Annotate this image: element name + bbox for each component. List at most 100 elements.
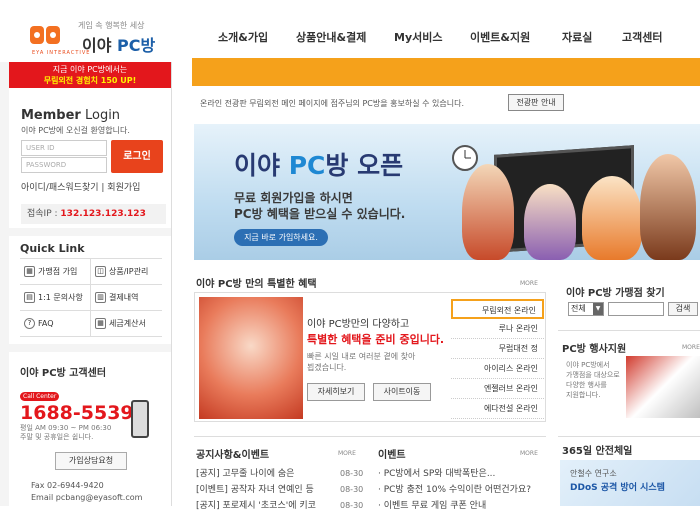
sidebar: 게임 속 행복한 세상 이야 PC방 EYA INTERACTIVE 지금 이야…: [0, 0, 172, 506]
password-input[interactable]: PASSWORD: [21, 157, 107, 173]
ip-display: 접속IP : 132.123.123.123: [21, 204, 166, 224]
store-search-input[interactable]: [608, 302, 664, 316]
benefit-description: 빠른 시일 내로 여러분 곁에 찾아 뵙겠습니다.: [307, 352, 416, 372]
building-icon: ▦: [24, 266, 35, 277]
logo-sub: EYA INTERACTIVE: [32, 50, 91, 56]
benefit-highlight: 특별한 혜택을 준비 중입니다.: [307, 333, 445, 346]
event-item[interactable]: · PC방에서 SP와 대박폭탄은...: [378, 466, 531, 482]
pc-event-text: 이야 PC방에서 가맹점을 대상으로 다양한 행사를 지원합니다.: [566, 361, 620, 399]
game-tab[interactable]: 무럽대전 정: [451, 339, 544, 359]
notice-bar: 온라인 전광판 무림외전 메인 페이지에 점주님의 PC방을 홍보하실 수 있습…: [194, 92, 700, 116]
quick-link-product-ip[interactable]: ◫ 상품/IP관리: [91, 259, 162, 285]
game-tab[interactable]: 엔젤러브 온라인: [451, 379, 544, 399]
event-list: · PC방에서 SP와 대박폭탄은... · PC방 충전 10% 수익이란 어…: [378, 466, 531, 514]
notice-list: [공지] 고무줄 나이에 숨은 [이벤트] 공작자 자녀 연예인 등 [공지] …: [196, 466, 316, 514]
benefit-text: 이야 PC방만의 다양하고: [307, 319, 410, 330]
game-tab[interactable]: 무림외전 온라인: [451, 299, 544, 319]
game-tab-list: 무림외전 온라인 루나 온라인 무럽대전 정 아이리스 온라인 엔젤러브 온라인…: [451, 299, 544, 419]
banner-join-button[interactable]: 지금 바로 가입하세요.: [234, 229, 328, 246]
nav-item-events[interactable]: 이벤트&지원: [470, 29, 530, 45]
notice-item[interactable]: [이벤트] 공작자 자녀 연예인 등: [196, 482, 316, 498]
logo[interactable]: 게임 속 행복한 세상 이야 PC방 EYA INTERACTIVE: [0, 0, 172, 62]
userid-input[interactable]: USER ID: [21, 140, 107, 156]
notice-item[interactable]: [공지] 포로제시 '초코스'에 키코: [196, 498, 316, 514]
game-tab[interactable]: 루나 온라인: [451, 319, 544, 339]
mobile-phone-icon: [131, 400, 149, 438]
gift-icon: ◫: [95, 266, 106, 277]
divider: [558, 330, 700, 331]
chevron-down-icon: ▼: [593, 303, 603, 315]
game-tab[interactable]: 에다전설 온라인: [451, 399, 544, 419]
call-center-hours: 평일 AM 09:30 ~ PM 06:30 주말 및 공휴일은 쉽니다.: [20, 424, 112, 441]
notice-date: 08-30: [340, 501, 364, 510]
benefit-panel: 이야 PC방만의 다양하고 특별한 혜택을 준비 중입니다. 빠른 시일 내로 …: [194, 292, 546, 422]
banner-title: 이야 PC방 오픈: [234, 151, 404, 180]
notice-text: 온라인 전광판 무림외전 메인 페이지에 점주님의 PC방을 홍보하실 수 있습…: [200, 99, 464, 108]
nav-item-library[interactable]: 자료실: [562, 29, 592, 45]
nav-item-intro[interactable]: 소개&가입: [218, 29, 268, 45]
notice-item[interactable]: [공지] 고무줄 나이에 숨은: [196, 466, 316, 482]
billboard-guide-button[interactable]: 전광판 안내: [508, 94, 564, 111]
quick-link-inquiry[interactable]: ▤ 1:1 문의사항: [20, 285, 91, 311]
promo-line2: 무림외전 경험치 150 UP!: [43, 76, 137, 85]
benefit-detail-button[interactable]: 자세히보기: [307, 383, 365, 401]
quick-link-panel: Quick Link ▦ 가맹점 가입 ◫ 상품/IP관리 ▤ 1:1 문의사항 ▥ 결…: [9, 236, 171, 344]
character-illustration: [640, 154, 696, 260]
quick-link-store-join[interactable]: ▦ 가맹점 가입: [20, 259, 91, 285]
notice-more-link[interactable]: MORE: [338, 450, 356, 457]
call-center-phone: 1688-5539: [20, 402, 134, 424]
divider: [194, 436, 546, 437]
game-tab[interactable]: 아이리스 온라인: [451, 359, 544, 379]
payment-icon: ▥: [95, 292, 106, 303]
security-title: 365일 안전체일: [562, 446, 633, 457]
consult-request-button[interactable]: 가입상담요청: [55, 452, 127, 470]
security-line1: 안철수 연구소: [570, 469, 617, 478]
customer-center-title: 이야 PC방 고객센터: [20, 368, 107, 379]
notice-date: 08-30: [340, 469, 364, 478]
quick-link-tax-invoice[interactable]: ▦ 세금계산서: [91, 311, 162, 337]
quick-link-payment[interactable]: ▥ 결제내역: [91, 285, 162, 311]
benefit-site-button[interactable]: 사이트이동: [373, 383, 431, 401]
pc-event-more-link[interactable]: MORE: [682, 344, 700, 351]
event-section-title: 이벤트: [378, 450, 406, 461]
customer-center-panel: 이야 PC방 고객센터 Call Center 1688-5539 평일 AM …: [9, 352, 171, 506]
inquiry-icon: ▤: [24, 292, 35, 303]
faq-icon: ?: [24, 318, 35, 329]
logo-name: 이야 PC방: [82, 36, 156, 55]
divider: [558, 436, 700, 437]
login-welcome: 이야 PC방에 오신걸 환영합니다.: [21, 126, 130, 135]
nav-item-myservice[interactable]: My서비스: [394, 29, 442, 45]
event-item[interactable]: · 이벤트 무료 게임 쿠폰 안내: [378, 498, 531, 514]
event-more-link[interactable]: MORE: [520, 450, 538, 457]
promo-line1: 지금 이야 PC방에서는: [52, 65, 128, 74]
quick-link-faq[interactable]: ? FAQ: [20, 311, 91, 337]
nav-item-support[interactable]: 고객센터: [622, 29, 662, 45]
benefit-more-link[interactable]: MORE: [520, 280, 538, 287]
login-panel: Member Login 이야 PC방에 오신걸 환영합니다. USER ID …: [9, 88, 171, 228]
notice-section-title: 공지사항&이벤트: [196, 450, 270, 461]
find-account-links[interactable]: 아이디/패스워드찾기 | 회원가입: [21, 180, 140, 193]
benefit-character-image: [199, 297, 303, 419]
hero-banner[interactable]: 이야 PC방 오픈 무료 회원가입을 하시면 PC방 혜택을 받으실 수 있습니다…: [194, 124, 700, 260]
logo-tagline: 게임 속 행복한 세상: [78, 21, 145, 30]
login-button[interactable]: 로그인: [111, 140, 163, 173]
banner-subtitle: 무료 회원가입을 하시면 PC방 혜택을 받으실 수 있습니다.: [234, 191, 406, 221]
login-title: Member Login: [21, 108, 121, 123]
invoice-icon: ▦: [95, 318, 106, 329]
call-center-badge: Call Center: [20, 392, 60, 401]
nav-item-products[interactable]: 상품안내&결제: [296, 29, 366, 45]
clock-icon: [452, 145, 478, 171]
contact-info: Fax 02-6944-9420 Email pcbang@eyasoft.com: [31, 481, 143, 502]
benefit-section-title: 이야 PC방 만의 특별한 혜택: [196, 279, 317, 290]
logo-icon: [30, 26, 60, 44]
event-item[interactable]: · PC방 충전 10% 수익이란 어떤건가요?: [378, 482, 531, 498]
quick-link-title: Quick Link: [20, 242, 85, 255]
pc-event-image[interactable]: [626, 356, 700, 418]
notice-date: 08-30: [340, 485, 364, 494]
character-illustration: [462, 164, 514, 260]
promo-banner[interactable]: 지금 이야 PC방에서는 무림외전 경험치 150 UP!: [9, 62, 171, 88]
store-search-button[interactable]: 검색: [668, 302, 698, 316]
security-line2: DDoS 공격 방어 시스템: [570, 483, 665, 493]
store-search-select[interactable]: 전체 ▼: [568, 302, 604, 316]
main-nav: 소개&가입 상품안내&결제 My서비스 이벤트&지원 자료실 고객센터: [172, 0, 700, 58]
